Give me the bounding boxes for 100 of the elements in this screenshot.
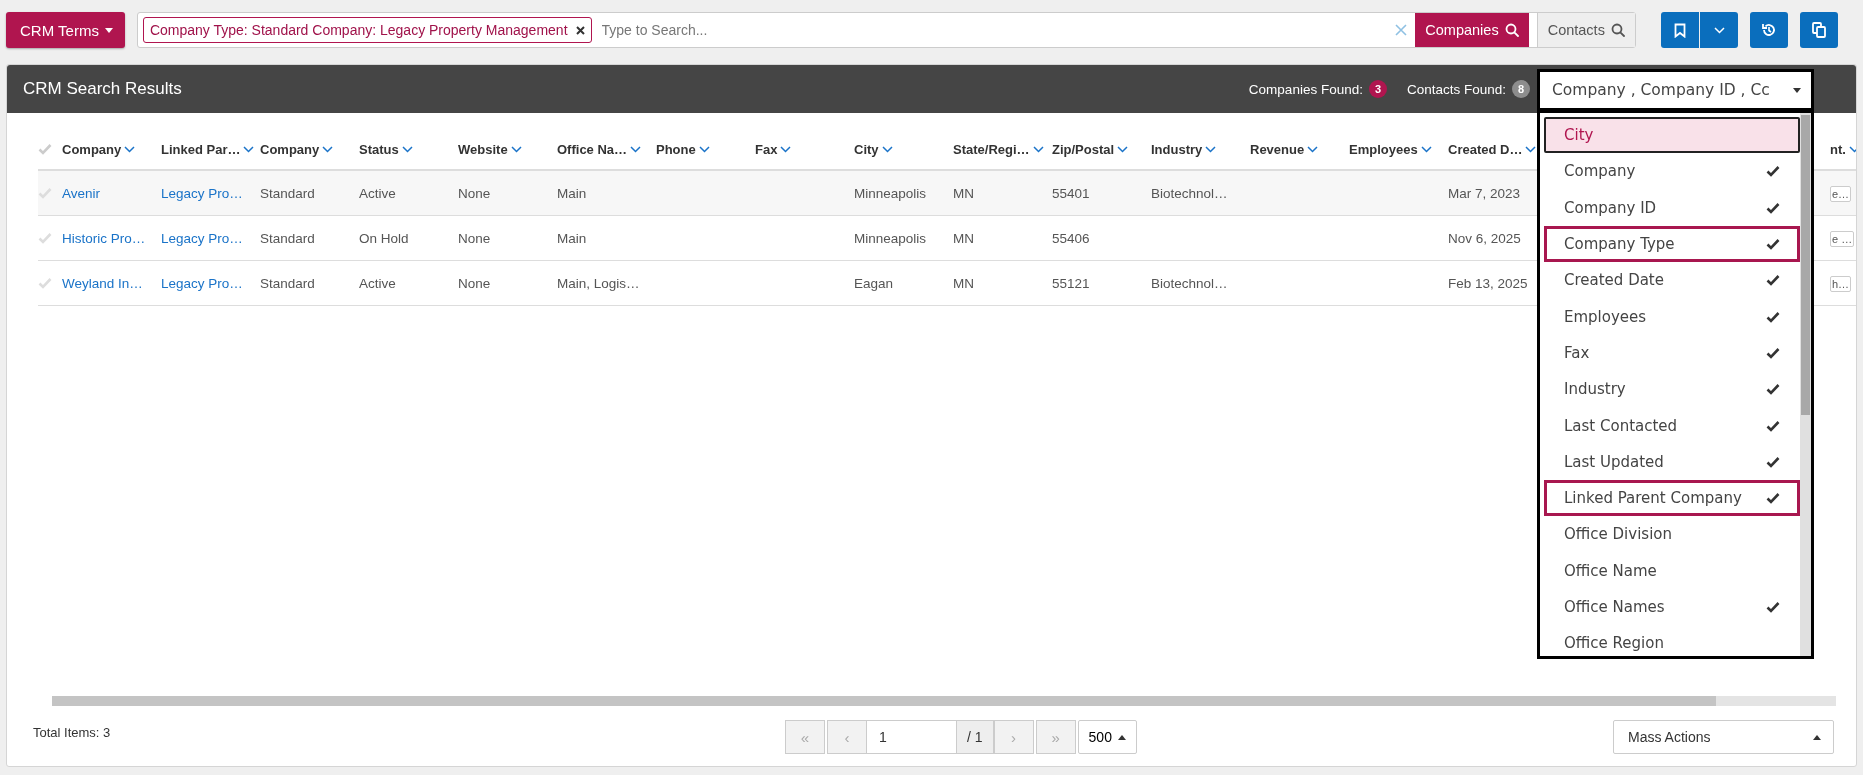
checkmark-icon	[1766, 165, 1780, 178]
column-header[interactable]: Industry	[1151, 141, 1203, 157]
search-icon	[1504, 23, 1519, 37]
column-option[interactable]: Employees	[1544, 298, 1800, 335]
column-header[interactable]: Company	[260, 141, 320, 157]
sort-menu-icon[interactable]	[1117, 145, 1129, 153]
column-option[interactable]: Last Updated	[1544, 443, 1800, 480]
sort-menu-icon[interactable]	[124, 145, 136, 153]
column-option[interactable]: Office Name	[1544, 552, 1800, 589]
sort-menu-icon[interactable]	[401, 145, 413, 153]
copy-icon	[1812, 22, 1826, 38]
column-header[interactable]: Employees	[1349, 141, 1418, 157]
column-option[interactable]: Office Names	[1544, 588, 1800, 626]
row-checkbox-icon[interactable]	[38, 277, 52, 289]
checkmark-icon	[1766, 274, 1780, 287]
copy-button[interactable]	[1800, 12, 1838, 48]
row-checkbox-icon[interactable]	[38, 232, 52, 244]
table-cell: Main, Logis…	[557, 275, 640, 291]
sort-menu-icon[interactable]	[698, 145, 710, 153]
contacts-tab[interactable]: Contacts	[1536, 13, 1635, 47]
checkmark-icon	[1766, 201, 1780, 214]
column-header[interactable]: Company	[62, 141, 122, 157]
mass-actions-dropdown[interactable]: Mass Actions	[1613, 720, 1834, 754]
column-picker-dropdown[interactable]: Company , Company ID , Cc	[1537, 69, 1814, 111]
checkmark-icon	[1766, 419, 1780, 432]
record-link[interactable]: Legacy Pro…	[161, 185, 243, 201]
sort-menu-icon[interactable]	[1205, 145, 1217, 153]
sort-menu-icon[interactable]	[1525, 145, 1537, 153]
sort-menu-icon[interactable]	[1848, 145, 1856, 153]
column-option[interactable]: Company ID	[1544, 189, 1800, 226]
column-option[interactable]: Fax	[1544, 334, 1800, 372]
cell-input[interactable]: e…	[1830, 185, 1852, 202]
count-badge: 3	[1368, 80, 1387, 98]
sort-menu-icon[interactable]	[780, 145, 792, 153]
horizontal-scrollbar[interactable]	[52, 696, 1836, 706]
column-option[interactable]: Office Region	[1544, 625, 1800, 656]
filter-tag-label: Company Type: Standard Company: Legacy Property Management	[149, 22, 568, 38]
crm-terms-button[interactable]: CRM Terms	[6, 12, 125, 48]
record-link[interactable]: Historic Pro…	[62, 230, 146, 246]
sort-menu-icon[interactable]	[1307, 145, 1319, 153]
cell-input[interactable]: e …	[1830, 230, 1855, 247]
column-header[interactable]: Linked Par…	[161, 141, 241, 157]
column-header[interactable]: Status	[359, 141, 399, 157]
column-option[interactable]: Created Date	[1544, 262, 1800, 299]
page-size-dropdown[interactable]: 500	[1077, 720, 1137, 754]
row-checkbox-icon[interactable]	[38, 187, 52, 199]
column-header[interactable]: State/Regi…	[953, 141, 1030, 157]
column-option[interactable]: Last Contacted	[1544, 407, 1800, 444]
record-link[interactable]: Legacy Pro…	[161, 230, 243, 246]
companies-tab[interactable]: Companies	[1415, 13, 1529, 47]
table-cell: 55406	[1052, 230, 1090, 246]
table-cell: 55401	[1052, 185, 1090, 201]
search-field[interactable]: Company Type: Standard Company: Legacy Property Management Type to Search... Companies Contacts	[136, 12, 1636, 48]
table-cell: MN	[953, 275, 974, 291]
column-option[interactable]: Industry	[1544, 371, 1800, 408]
table-cell: Mar 7, 2023	[1448, 185, 1521, 201]
caret-icon	[1117, 734, 1126, 740]
column-option[interactable]: Linked Parent Company	[1544, 479, 1800, 517]
column-header[interactable]: Revenue	[1250, 141, 1305, 157]
column-header[interactable]: Office Na…	[557, 141, 628, 157]
sort-menu-icon[interactable]	[1420, 145, 1432, 153]
history-icon	[1761, 22, 1777, 38]
sort-menu-icon[interactable]	[510, 145, 522, 153]
column-header[interactable]: Phone	[656, 141, 696, 157]
bookmark-button[interactable]	[1661, 12, 1699, 48]
column-option[interactable]: Company Type	[1544, 225, 1800, 263]
record-link[interactable]: Avenir	[62, 185, 101, 201]
column-option[interactable]: City	[1544, 117, 1800, 154]
sort-menu-icon[interactable]	[881, 145, 893, 153]
table-cell: MN	[953, 230, 974, 246]
sort-menu-icon[interactable]	[243, 145, 255, 153]
checkmark-icon	[1766, 238, 1780, 251]
sort-menu-icon[interactable]	[630, 145, 642, 153]
bookmark-icon	[1674, 22, 1686, 38]
close-icon[interactable]	[575, 25, 585, 35]
column-option[interactable]: Office Division	[1544, 516, 1800, 553]
select-all-checkbox-icon[interactable]	[38, 143, 52, 155]
record-link[interactable]: Legacy Pro…	[161, 275, 243, 291]
sort-menu-icon[interactable]	[322, 145, 334, 153]
column-header[interactable]: Created D…	[1448, 141, 1523, 157]
count-label: Companies Found:	[1248, 81, 1363, 97]
record-link[interactable]: Weyland In…	[62, 275, 143, 291]
caret-icon	[1813, 734, 1821, 740]
checkmark-icon	[1766, 455, 1780, 468]
scrollbar[interactable]	[1800, 113, 1811, 656]
reset-button[interactable]	[1750, 12, 1788, 48]
table-cell: Main	[557, 230, 587, 246]
filter-tag[interactable]: Company Type: Standard Company: Legacy Property Management	[142, 17, 592, 43]
page-number-field[interactable]: 1	[866, 720, 957, 754]
table-cell: Minneapolis	[854, 230, 927, 246]
column-header[interactable]: nt.	[1830, 141, 1846, 157]
column-option[interactable]: Company	[1544, 153, 1800, 190]
sort-menu-icon[interactable]	[1032, 145, 1044, 153]
column-header[interactable]: City	[854, 141, 879, 157]
column-header[interactable]: Fax	[755, 141, 778, 157]
column-header[interactable]: Website	[458, 141, 508, 157]
count-label: Contacts Found:	[1406, 81, 1506, 97]
cell-input[interactable]: h…	[1830, 275, 1852, 292]
caret-icon	[104, 27, 113, 33]
column-header[interactable]: Zip/Postal	[1052, 141, 1115, 157]
